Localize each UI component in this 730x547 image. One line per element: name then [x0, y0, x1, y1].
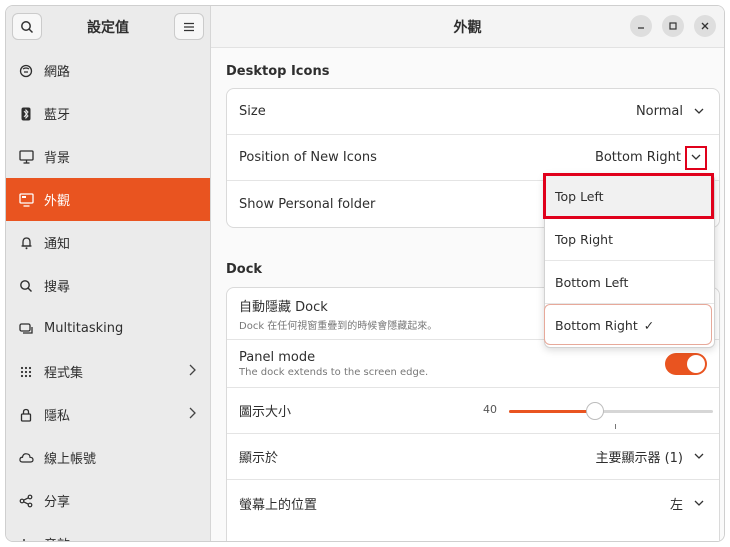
- sidebar-item-label: 通知: [44, 237, 71, 252]
- music-icon: [18, 536, 34, 541]
- menu-button[interactable]: [174, 13, 204, 40]
- show-on-value: 主要顯示器 (1): [595, 451, 683, 466]
- icon-size-value: Normal: [635, 104, 683, 119]
- close-button[interactable]: [694, 15, 716, 37]
- sidebar-item-label: 藍牙: [44, 108, 71, 123]
- icon-size-dock-row: 圖示大小 40: [227, 388, 719, 434]
- dock-icon-size-slider[interactable]: [489, 402, 713, 429]
- sidebar-item-appearance[interactable]: 外觀: [6, 178, 210, 221]
- sidebar-item-bluetooth[interactable]: 藍牙: [6, 92, 210, 135]
- sidebar-item-sharing[interactable]: 分享: [6, 479, 210, 522]
- section-title-dock: Dock: [226, 262, 263, 277]
- option-top-left[interactable]: Top Left: [545, 175, 714, 218]
- sidebar-item-privacy[interactable]: 隱私: [6, 393, 210, 436]
- chevron-down-icon[interactable]: [691, 449, 707, 465]
- sidebar-item-search[interactable]: 搜尋: [6, 264, 210, 307]
- icon-size-label: Size: [239, 104, 266, 119]
- sidebar-item-notifications[interactable]: 通知: [6, 221, 210, 264]
- window-controls: [630, 15, 716, 37]
- screen-position-label: 螢幕上的位置: [239, 497, 318, 513]
- option-label: Top Right: [555, 231, 613, 247]
- sidebar-header: 設定值: [6, 6, 210, 47]
- sidebar-item-label: 分享: [44, 495, 71, 510]
- sidebar: 設定值 網路 藍牙 背景 外觀 通知 搜尋 Multitasking 程式集 隱…: [6, 6, 211, 541]
- icon-size-row[interactable]: Size Normal: [227, 89, 719, 135]
- sidebar-item-label: 音效: [44, 534, 70, 541]
- screen-position-row[interactable]: 螢幕上的位置 左: [227, 480, 719, 526]
- option-top-right[interactable]: Top Right: [545, 218, 714, 261]
- cloud-icon: [18, 450, 34, 466]
- show-on-label: 顯示於: [239, 451, 279, 466]
- close-icon: [701, 22, 709, 30]
- slider-tick: [615, 424, 616, 429]
- sidebar-item-label: 隱私: [44, 409, 71, 424]
- bluetooth-icon: [18, 106, 34, 122]
- panel-mode-description: The dock extends to the screen edge.: [239, 366, 429, 378]
- sidebar-item-label: 背景: [44, 151, 71, 166]
- section-title-desktop-icons: Desktop Icons: [226, 64, 330, 79]
- search-button[interactable]: [12, 13, 42, 40]
- option-bottom-left[interactable]: Bottom Left: [545, 261, 714, 304]
- sidebar-item-online-accounts[interactable]: 線上帳號: [6, 436, 210, 479]
- switch-knob: [687, 354, 705, 373]
- slider-fill: [509, 410, 595, 413]
- sidebar-item-label: Multitasking: [44, 321, 124, 336]
- multitasking-icon: [18, 321, 34, 337]
- sidebar-title: 設定值: [87, 19, 129, 36]
- sidebar-item-background[interactable]: 背景: [6, 135, 210, 178]
- minimize-button[interactable]: [630, 15, 652, 37]
- panel-mode-switch[interactable]: [665, 352, 707, 375]
- sidebar-item-network[interactable]: 網路: [6, 49, 210, 92]
- sidebar-item-label: 搜尋: [44, 280, 71, 295]
- screen-position-value: 左: [669, 497, 683, 513]
- sidebar-item-apps[interactable]: 程式集: [6, 350, 210, 393]
- network-icon: [18, 63, 34, 79]
- show-on-row[interactable]: 顯示於 主要顯示器 (1): [227, 434, 719, 480]
- chevron-down-icon[interactable]: [691, 104, 707, 120]
- chevron-down-icon[interactable]: [691, 495, 707, 511]
- chevron-right-icon: [188, 407, 196, 423]
- apps-grid-icon: [18, 364, 34, 380]
- panel-mode-label: Panel mode: [239, 349, 316, 365]
- position-dropdown-button[interactable]: [685, 145, 707, 170]
- icon-position-value: Bottom Right: [594, 150, 681, 165]
- share-icon: [18, 493, 34, 509]
- option-label: Top Left: [555, 188, 604, 204]
- lock-icon: [18, 407, 34, 423]
- sidebar-item-label: 外觀: [44, 194, 71, 209]
- page-title: 外觀: [453, 19, 482, 36]
- sidebar-item-label: 程式集: [44, 366, 84, 381]
- header-bar: 外觀: [211, 6, 724, 48]
- icon-position-label: Position of New Icons: [239, 150, 377, 165]
- sidebar-item-label: 線上帳號: [44, 452, 97, 467]
- sidebar-item-multitasking[interactable]: Multitasking: [6, 307, 210, 350]
- sidebar-list: 網路 藍牙 背景 外觀 通知 搜尋 Multitasking 程式集 隱私 線上…: [6, 49, 210, 541]
- chevron-down-icon: [691, 154, 701, 160]
- option-label: Bottom Left: [555, 274, 629, 290]
- slider-handle[interactable]: [585, 402, 604, 420]
- background-icon: [18, 149, 34, 165]
- maximize-icon: [669, 22, 677, 30]
- search-icon: [21, 20, 34, 33]
- minimize-icon: [638, 27, 644, 29]
- appearance-icon: [18, 192, 34, 208]
- maximize-button[interactable]: [662, 15, 684, 37]
- selected-option-outline: [544, 304, 712, 345]
- hamburger-icon: [184, 22, 194, 31]
- chevron-right-icon: [188, 364, 196, 380]
- sidebar-item-label: 網路: [44, 65, 71, 80]
- search-icon: [18, 278, 34, 294]
- sidebar-item-sound[interactable]: 音效: [6, 522, 210, 541]
- bell-icon: [18, 235, 34, 251]
